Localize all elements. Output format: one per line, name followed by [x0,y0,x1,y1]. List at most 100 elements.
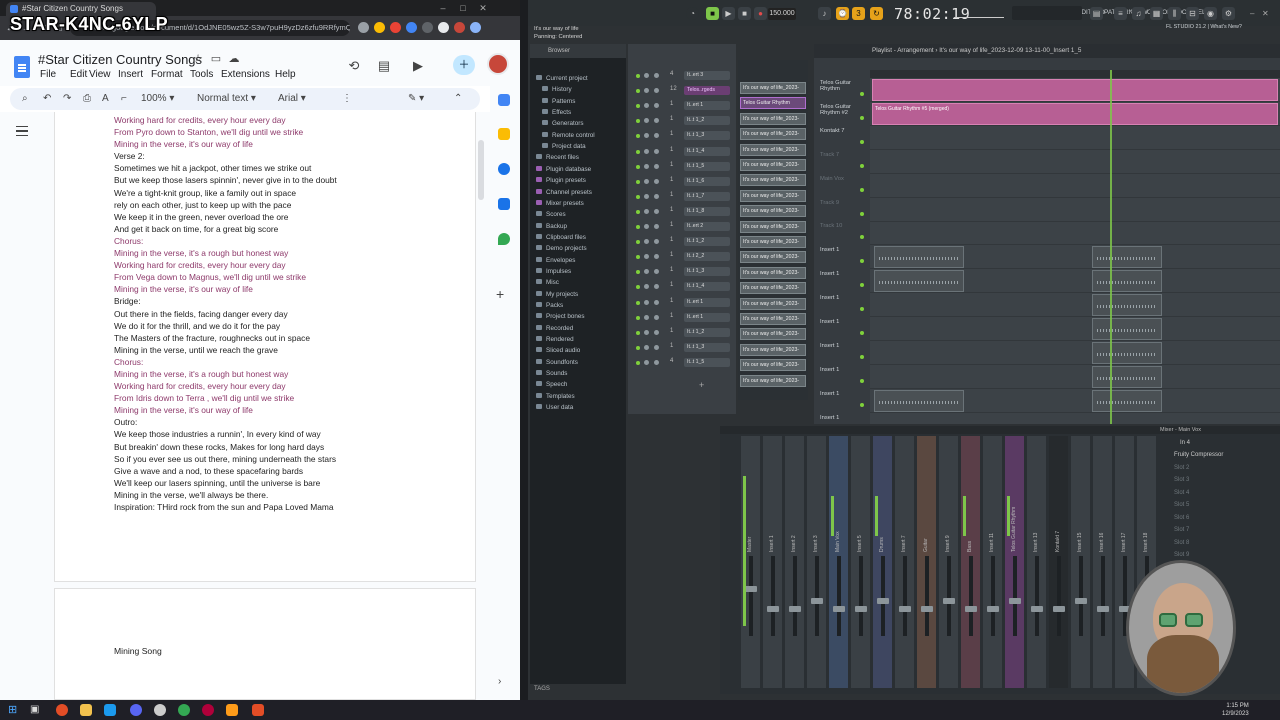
audio-clip[interactable] [1092,341,1162,364]
channel-row[interactable]: 1 It..t 1_2 [632,115,736,127]
mixer-fader-cap[interactable] [745,586,757,592]
tasks-icon[interactable] [498,163,510,175]
doc-lyrics-text[interactable]: Working hard for credits, every hour eve… [114,114,469,513]
track-mute-icon[interactable] [860,139,864,144]
add-channel-icon[interactable]: + [699,380,704,390]
channel-mute-icon[interactable] [644,344,649,350]
channel-pan-icon[interactable] [654,103,659,109]
audio-clip[interactable] [1092,246,1162,269]
channel-row[interactable]: 1 It..t 1_4 [632,146,736,158]
print-icon[interactable]: ⎙ [83,92,91,106]
docs-menu-edit[interactable]: Edit [70,69,87,80]
channel-mixer-number[interactable]: 1 [670,116,673,122]
docs-menu-view[interactable]: View [89,69,111,80]
start-icon[interactable]: ⊞ [8,704,20,716]
channel-mixer-number[interactable]: 1 [670,207,673,213]
minimize-icon[interactable]: – [436,2,450,14]
discord-icon[interactable] [130,704,142,716]
browser-item[interactable]: Mixer presets [536,199,584,207]
share-button[interactable]: ＋ [453,55,475,75]
channel-mixer-number[interactable]: 4 [670,71,673,77]
channel-name-button[interactable]: It..t 1_2 [684,116,730,126]
channel-row[interactable]: 1 It..t 2_2 [632,251,736,263]
mixer-fader-cap[interactable] [987,606,999,612]
pattern-clip-item[interactable]: It's our way of life_2023- [740,359,806,372]
channel-mixer-number[interactable]: 1 [670,222,673,228]
calendar-icon[interactable] [498,94,510,106]
track-mute-icon[interactable] [860,331,864,335]
loop-record-icon[interactable]: ↻ [870,7,883,20]
channel-mute-icon[interactable] [644,239,649,245]
channel-pan-icon[interactable] [654,88,659,94]
channel-name-button[interactable]: It..t 1_3 [684,267,730,277]
channel-mute-icon[interactable] [644,193,649,199]
piano-roll-icon[interactable]: ♫ [1132,7,1145,20]
browser-item[interactable]: Packs [536,302,563,309]
channel-pan-icon[interactable] [654,269,659,275]
page2-heading[interactable]: Mining Song [114,646,162,656]
channel-name-button[interactable]: It..ert 1 [684,312,730,322]
channel-row[interactable]: 1 It..t 1_8 [632,206,736,218]
extension-puzzle-icon[interactable] [422,22,433,33]
channel-mixer-number[interactable]: 1 [670,147,673,153]
track-mute-icon[interactable] [860,211,864,216]
outline-icon[interactable] [16,126,28,136]
track-lane[interactable] [870,174,1280,198]
channel-led-icon[interactable] [636,255,640,260]
browser-item[interactable]: Envelopes [536,256,575,264]
pattern-clip-item[interactable]: It's our way of life_2023- [740,189,806,202]
account-avatar[interactable] [487,53,509,75]
channel-mute-icon[interactable] [644,73,649,78]
show-side-panel-icon[interactable]: › [498,676,501,687]
channel-mute-icon[interactable] [644,299,649,305]
channel-name-button[interactable]: It..t 1_5 [684,357,730,367]
browser-item[interactable]: Generators [542,120,584,127]
mixer-strip[interactable]: Insert 15 [1070,436,1090,688]
channel-row[interactable]: 4 It..t 1_5 [632,357,736,369]
channel-name-button[interactable]: It..ert 1 [684,297,730,307]
docs-menu-help[interactable]: Help [275,69,296,80]
track-mute-icon[interactable] [860,354,864,359]
mixer-strip[interactable]: Insert 11 [982,436,1002,688]
track-mute-icon[interactable] [860,402,864,407]
browser-item[interactable]: History [542,86,572,93]
channel-row[interactable]: 1 It..t 1_5 [632,161,736,173]
channel-row[interactable]: 1 It..ert 1 [632,297,736,309]
channel-row[interactable]: 1 It..t 1_4 [632,281,736,293]
pattern-clip[interactable] [872,79,1278,101]
audio-clip[interactable] [874,270,964,293]
browser-item[interactable]: My projects [536,290,578,298]
audio-clip[interactable] [874,389,964,412]
task-view-icon[interactable]: ▣ [30,704,42,716]
mixer-strip[interactable]: Insert 5 [850,436,870,688]
channel-row[interactable]: 12 Telos..rgeds [632,85,736,97]
fx-slot[interactable]: Slot 8 [1174,540,1189,546]
channel-row[interactable]: 1 It..t 1_7 [632,191,736,203]
bookmark-star-icon[interactable] [374,22,385,33]
channel-name-button[interactable]: It..t 1_4 [684,282,730,292]
tags-label[interactable]: TAGS [534,686,550,692]
countdown-icon[interactable]: 3 [852,7,865,20]
browser-header[interactable]: Browser [530,44,626,58]
channel-pan-icon[interactable] [654,239,659,245]
pattern-clip-item[interactable]: It's our way of life_2023- [740,205,806,218]
track-lane[interactable] [870,365,1280,389]
playlist-view-icon[interactable]: ≡ [1114,7,1127,20]
docs-menu-format[interactable]: Format [151,69,183,80]
channel-mixer-number[interactable]: 1 [670,343,673,349]
channel-row[interactable]: 1 It..t 1_3 [632,266,736,278]
channel-mixer-number[interactable]: 1 [670,177,673,183]
wait-input-icon[interactable]: ⌚ [836,7,849,20]
fl-close-icon[interactable]: ✕ [1262,9,1269,18]
browser-item[interactable]: Backup [536,222,567,230]
mixer-strip[interactable]: Telos Guitar Rhythm [1004,436,1024,688]
fx-slot[interactable]: Slot 2 [1174,465,1189,471]
channel-mixer-number[interactable]: 4 [670,358,673,364]
maps-icon[interactable] [498,233,510,245]
mixer-fader-cap[interactable] [1009,598,1021,604]
fx-input-select[interactable]: In 4 [1180,440,1190,446]
channel-led-icon[interactable] [636,270,640,275]
playhead[interactable] [1110,70,1112,424]
playlist-title[interactable]: Playlist - Arrangement › It's our way of… [814,44,1280,58]
history-icon[interactable]: ⟲ [346,58,362,74]
